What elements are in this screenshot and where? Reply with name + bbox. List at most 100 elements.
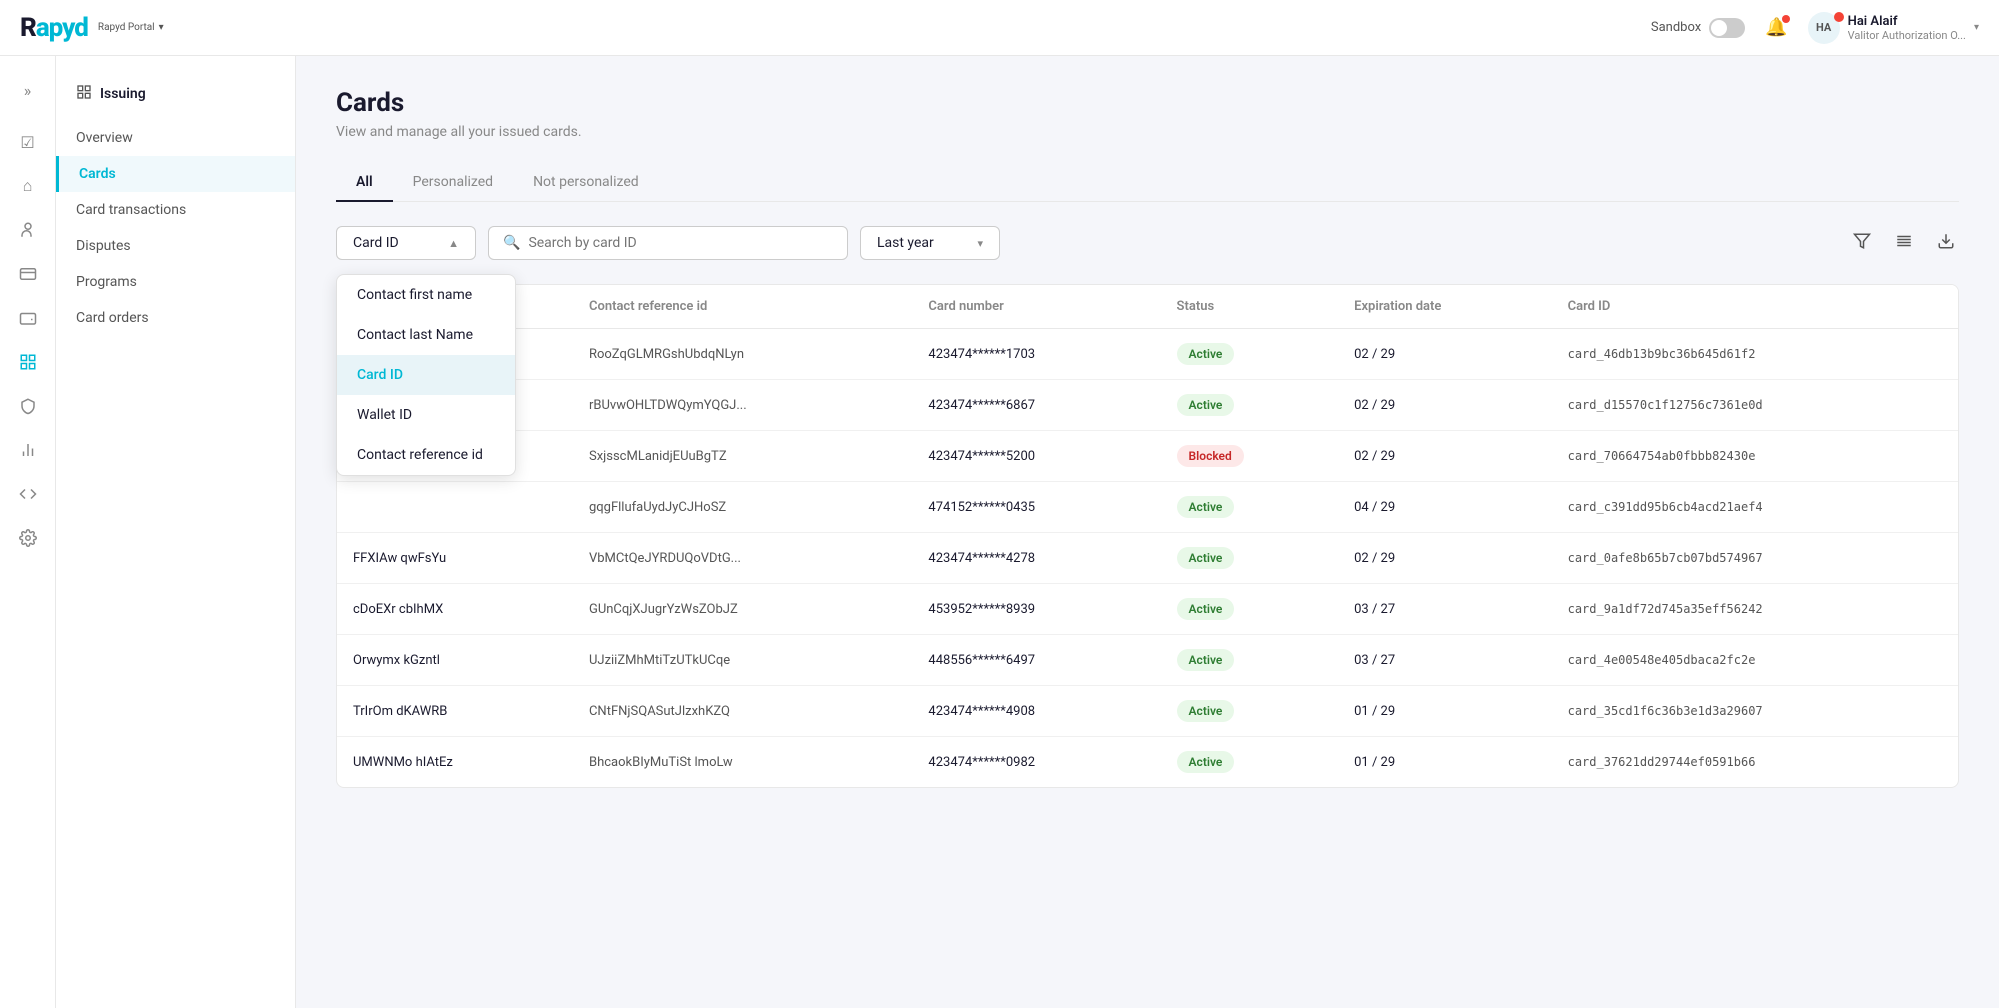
rail-chart-icon[interactable] — [10, 432, 46, 468]
status-badge: Active — [1177, 547, 1235, 569]
search-wrap: 🔍 — [488, 226, 848, 260]
export-button[interactable] — [1933, 228, 1959, 258]
sidebar-section-title: Issuing — [56, 76, 295, 120]
rail-expand-icon[interactable]: » — [10, 72, 46, 108]
main-layout: » ☑ ⌂ Issuin — [0, 56, 1999, 1008]
sidebar-item-card-transactions[interactable]: Card transactions — [56, 192, 295, 228]
status-badge: Blocked — [1177, 445, 1244, 467]
cell-card-number-3: 474152******0435 — [912, 482, 1160, 533]
sandbox-toggle[interactable]: Sandbox — [1651, 18, 1745, 38]
col-status: Status — [1161, 285, 1339, 329]
rail-issuing-icon[interactable] — [10, 344, 46, 380]
cell-card-id-2: card_70664754ab0fbbb82430e — [1552, 431, 1958, 482]
tab-all[interactable]: All — [336, 164, 393, 202]
sort-button[interactable] — [1891, 228, 1917, 258]
table-row[interactable]: Orwymx kGzntl UJziiZMhMtiTzUTkUCqe 44855… — [337, 635, 1958, 686]
rail-settings-icon[interactable] — [10, 520, 46, 556]
sidebar-item-overview[interactable]: Overview — [56, 120, 295, 156]
cell-expiration-date-6: 03 / 27 — [1338, 635, 1551, 686]
rail-wallet-icon[interactable] — [10, 300, 46, 336]
table-row[interactable]: UMWNMo hIAtEz BhcaokBIyMuTiSt lmoLw 4234… — [337, 737, 1958, 788]
cell-contact-ref-id-0: RooZqGLMRGshUbdqNLyn — [573, 329, 912, 380]
table-row[interactable]: FFXIAw qwFsYu VbMCtQeJYRDUQoVDtG... 4234… — [337, 533, 1958, 584]
rail-users-icon[interactable] — [10, 212, 46, 248]
dropdown-item-contact-last-name[interactable]: Contact last Name — [337, 315, 515, 355]
table-row[interactable]: RooZqGLMRGshUbdqNLyn 423474******1703 Ac… — [337, 329, 1958, 380]
rail-dashboard-icon[interactable]: ☑ — [10, 124, 46, 160]
cell-card-number-1: 423474******6867 — [912, 380, 1160, 431]
cell-expiration-date-2: 02 / 29 — [1338, 431, 1551, 482]
user-details: Hai Alaif Valitor Authorization O... — [1848, 14, 1966, 42]
sidebar-item-card-orders[interactable]: Card orders — [56, 300, 295, 336]
cell-status-0: Active — [1161, 329, 1339, 380]
cell-expiration-date-7: 01 / 29 — [1338, 686, 1551, 737]
notifications-bell[interactable]: 🔔 — [1765, 17, 1787, 38]
table-row[interactable]: TrIrOm dKAWRB CNtFNjSQASutJlzxhKZQ 42347… — [337, 686, 1958, 737]
user-initials: HA — [1816, 21, 1831, 34]
tab-personalized[interactable]: Personalized — [393, 164, 513, 202]
sidebar-item-label: Cards — [79, 166, 116, 182]
sidebar-section-label: Issuing — [100, 86, 146, 102]
user-status-dot — [1834, 12, 1844, 22]
filter-dropdown-wrap: Card ID ▲ Contact first name Contact las… — [336, 226, 476, 260]
dropdown-item-card-id[interactable]: Card ID — [337, 355, 515, 395]
dropdown-item-wallet-id[interactable]: Wallet ID — [337, 395, 515, 435]
tabs-bar: All Personalized Not personalized — [336, 164, 1959, 202]
logo: Rapyd — [20, 13, 88, 43]
cell-card-id-1: card_d15570c1f12756c7361e0d — [1552, 380, 1958, 431]
cell-card-number-4: 423474******4278 — [912, 533, 1160, 584]
sidebar-item-label: Overview — [76, 130, 133, 146]
sandbox-label: Sandbox — [1651, 20, 1701, 35]
page-subtitle: View and manage all your issued cards. — [336, 124, 1959, 140]
filter-type-dropdown[interactable]: Card ID ▲ — [336, 226, 476, 260]
tab-all-label: All — [356, 174, 373, 190]
sidebar-item-label: Card transactions — [76, 202, 186, 218]
rail-shield-icon[interactable] — [10, 388, 46, 424]
filter-type-selected: Card ID — [353, 235, 399, 251]
notification-dot — [1782, 15, 1790, 23]
search-icon: 🔍 — [503, 235, 520, 251]
tab-not-personalized-label: Not personalized — [533, 174, 639, 190]
status-badge: Active — [1177, 649, 1235, 671]
date-range-dropdown[interactable]: Last year ▾ — [860, 226, 1000, 260]
table-row[interactable]: gqgFllufaUydJyCJHoSZ 474152******0435 Ac… — [337, 482, 1958, 533]
page-title: Cards — [336, 88, 1959, 118]
dropdown-item-contact-reference-id[interactable]: Contact reference id — [337, 435, 515, 475]
filter-button[interactable] — [1849, 228, 1875, 258]
rail-code-icon[interactable] — [10, 476, 46, 512]
filter-dropdown-caret-icon: ▲ — [448, 237, 459, 250]
icon-rail: » ☑ ⌂ — [0, 56, 56, 1008]
table-row[interactable]: cDoEXr cbIhMX GUnCqjXJugrYzWsZObJZ 45395… — [337, 584, 1958, 635]
status-badge: Active — [1177, 598, 1235, 620]
search-input[interactable] — [528, 235, 833, 251]
status-badge: Active — [1177, 751, 1235, 773]
tab-not-personalized[interactable]: Not personalized — [513, 164, 659, 202]
cell-expiration-date-3: 04 / 29 — [1338, 482, 1551, 533]
user-menu[interactable]: HA Hai Alaif Valitor Authorization O... … — [1808, 12, 1979, 44]
cell-contact-name-8: UMWNMo hIAtEz — [337, 737, 573, 788]
cell-card-id-7: card_35cd1f6c36b3e1d3a29607 — [1552, 686, 1958, 737]
table-row[interactable]: rBUvwOHLTDWQymYQGJ... 423474******6867 A… — [337, 380, 1958, 431]
status-badge: Active — [1177, 700, 1235, 722]
cell-card-id-5: card_9a1df72d745a35eff56242 — [1552, 584, 1958, 635]
user-name: Hai Alaif — [1848, 14, 1966, 29]
table-body: RooZqGLMRGshUbdqNLyn 423474******1703 Ac… — [337, 329, 1958, 788]
sidebar-item-disputes[interactable]: Disputes — [56, 228, 295, 264]
table-row[interactable]: SxjsscMLanidjEUuBgTZ 423474******5200 Bl… — [337, 431, 1958, 482]
cell-contact-name-4: FFXIAw qwFsYu — [337, 533, 573, 584]
cell-card-id-3: card_c391dd95b6cb4acd21aef4 — [1552, 482, 1958, 533]
sidebar: Issuing Overview Cards Card transactions… — [56, 56, 296, 1008]
cell-card-number-8: 423474******0982 — [912, 737, 1160, 788]
sandbox-switch[interactable] — [1709, 18, 1745, 38]
cell-contact-ref-id-5: GUnCqjXJugrYzWsZObJZ — [573, 584, 912, 635]
cell-card-id-4: card_0afe8b65b7cb07bd574967 — [1552, 533, 1958, 584]
rail-card-icon[interactable] — [10, 256, 46, 292]
portal-switcher[interactable]: Rapyd Portal ▾ — [98, 22, 164, 33]
status-badge: Active — [1177, 496, 1235, 518]
toggle-knob — [1711, 20, 1727, 36]
cell-expiration-date-1: 02 / 29 — [1338, 380, 1551, 431]
rail-home-icon[interactable]: ⌂ — [10, 168, 46, 204]
sidebar-item-cards[interactable]: Cards — [56, 156, 295, 192]
dropdown-item-contact-first-name[interactable]: Contact first name — [337, 275, 515, 315]
sidebar-item-programs[interactable]: Programs — [56, 264, 295, 300]
